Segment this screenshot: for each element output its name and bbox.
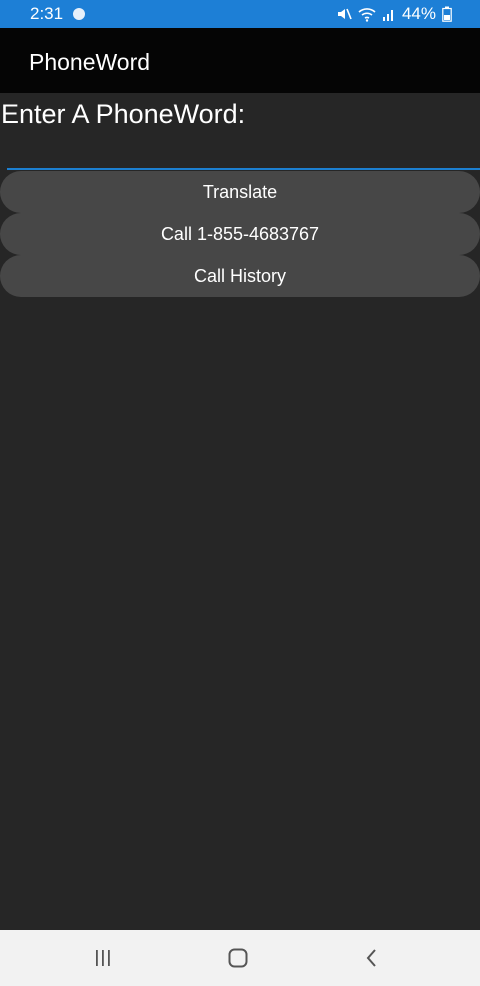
mute-icon	[336, 6, 352, 22]
app-title: PhoneWord	[29, 49, 151, 75]
app-notification-icon	[73, 8, 85, 20]
status-time: 2:31	[30, 4, 64, 23]
back-icon	[366, 949, 376, 967]
phoneword-input[interactable]	[7, 134, 480, 170]
call-button[interactable]: Call 1-855-4683767	[0, 213, 480, 255]
home-icon	[228, 948, 248, 968]
signal-icon	[382, 6, 396, 22]
status-bar: 2:31 44%	[0, 0, 480, 28]
home-button[interactable]	[218, 942, 258, 974]
back-button[interactable]	[352, 942, 392, 974]
recent-apps-button[interactable]	[83, 942, 123, 974]
recent-apps-icon	[96, 950, 110, 966]
battery-icon	[442, 6, 452, 22]
phoneword-prompt-label: Enter A PhoneWord:	[1, 99, 246, 129]
wifi-icon	[358, 6, 376, 22]
call-history-button[interactable]: Call History	[0, 255, 480, 297]
battery-percent: 44%	[401, 4, 436, 23]
status-icons: 44%	[336, 4, 452, 24]
navigation-bar	[0, 930, 480, 986]
app-bar: PhoneWord	[0, 28, 480, 93]
translate-button[interactable]: Translate	[0, 171, 480, 213]
